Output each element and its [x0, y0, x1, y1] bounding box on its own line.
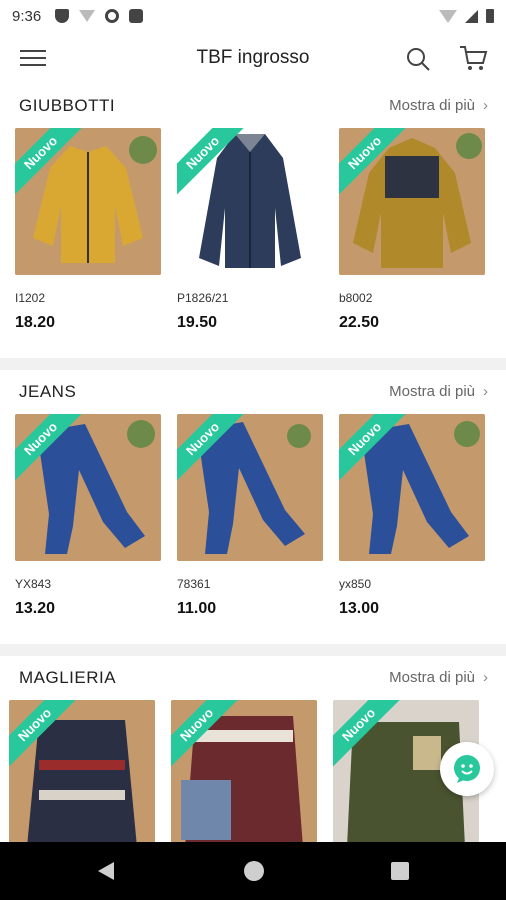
product-card[interactable]: Nuovo I1202 18.20 — [15, 128, 161, 332]
wifi-signal-icon — [439, 9, 457, 23]
battery-icon — [486, 9, 494, 23]
section-jeans: JEANS Mostra di più › Nuovo YX843 13.20 N… — [0, 370, 506, 644]
product-price: 18.20 — [15, 314, 56, 331]
system-nav-bar — [0, 842, 506, 900]
sim-icon — [129, 9, 144, 23]
product-card[interactable]: Nuovo 78361 11.00 — [177, 414, 323, 618]
product-card[interactable]: Nuovo YX843 13.20 — [15, 414, 161, 618]
sync-icon — [105, 9, 120, 23]
home-content[interactable]: GIUBBOTTI Mostra di più › Nuovo I1202 18.… — [0, 84, 506, 842]
chevron-right-icon: › — [483, 97, 488, 114]
show-more-link[interactable]: Mostra di più › — [389, 383, 488, 400]
back-icon[interactable] — [98, 862, 114, 880]
product-sku: 78361 — [177, 577, 211, 591]
product-card[interactable]: Nuovo — [171, 700, 317, 842]
product-price: 11.00 — [177, 600, 217, 617]
status-time: 9:36 — [12, 7, 42, 25]
product-image: Nuovo — [15, 414, 161, 561]
cart-icon[interactable] — [458, 44, 488, 72]
show-more-link[interactable]: Mostra di più › — [389, 669, 488, 686]
product-image: Nuovo — [177, 128, 323, 275]
product-card[interactable]: Nuovo — [9, 700, 155, 842]
wifi-icon — [79, 10, 96, 22]
product-sku: YX843 — [15, 577, 52, 591]
section-title: GIUBBOTTI — [19, 96, 116, 115]
section-giubbotti: GIUBBOTTI Mostra di più › Nuovo I1202 18.… — [0, 84, 506, 358]
product-sku: b8002 — [339, 291, 373, 305]
product-card[interactable]: Nuovo P1826/21 19.50 — [177, 128, 323, 332]
section-maglieria: MAGLIERIA Mostra di più › Nuovo Nuovo Nuo… — [0, 656, 506, 842]
shield-icon — [55, 9, 70, 23]
recents-icon[interactable] — [391, 862, 409, 880]
app-bar: TBF ingrosso — [0, 32, 506, 84]
product-price: 22.50 — [339, 314, 380, 331]
cell-signal-icon — [465, 9, 478, 23]
product-image: Nuovo — [339, 128, 485, 275]
product-price: 19.50 — [177, 314, 218, 331]
product-sku: P1826/21 — [177, 291, 229, 305]
show-more-link[interactable]: Mostra di più › — [389, 97, 488, 114]
search-icon[interactable] — [405, 46, 431, 72]
chat-icon — [454, 755, 480, 783]
status-bar: 9:36 — [0, 0, 506, 32]
home-icon[interactable] — [244, 861, 264, 881]
product-image: Nuovo — [9, 700, 155, 842]
chat-button[interactable] — [440, 742, 494, 796]
section-title: MAGLIERIA — [19, 668, 117, 687]
product-image: Nuovo — [339, 414, 485, 561]
product-card[interactable]: Nuovo yx850 13.00 — [339, 414, 485, 618]
product-price: 13.20 — [15, 600, 56, 617]
section-title: JEANS — [19, 382, 77, 401]
product-card[interactable]: Nuovo b8002 22.50 — [339, 128, 485, 332]
product-sku: I1202 — [15, 291, 46, 305]
product-image: Nuovo — [15, 128, 161, 275]
product-price: 13.00 — [339, 600, 380, 617]
chevron-right-icon: › — [483, 669, 488, 686]
chevron-right-icon: › — [483, 383, 488, 400]
product-sku: yx850 — [339, 577, 372, 591]
product-image: Nuovo — [177, 414, 323, 561]
product-image: Nuovo — [171, 700, 317, 842]
